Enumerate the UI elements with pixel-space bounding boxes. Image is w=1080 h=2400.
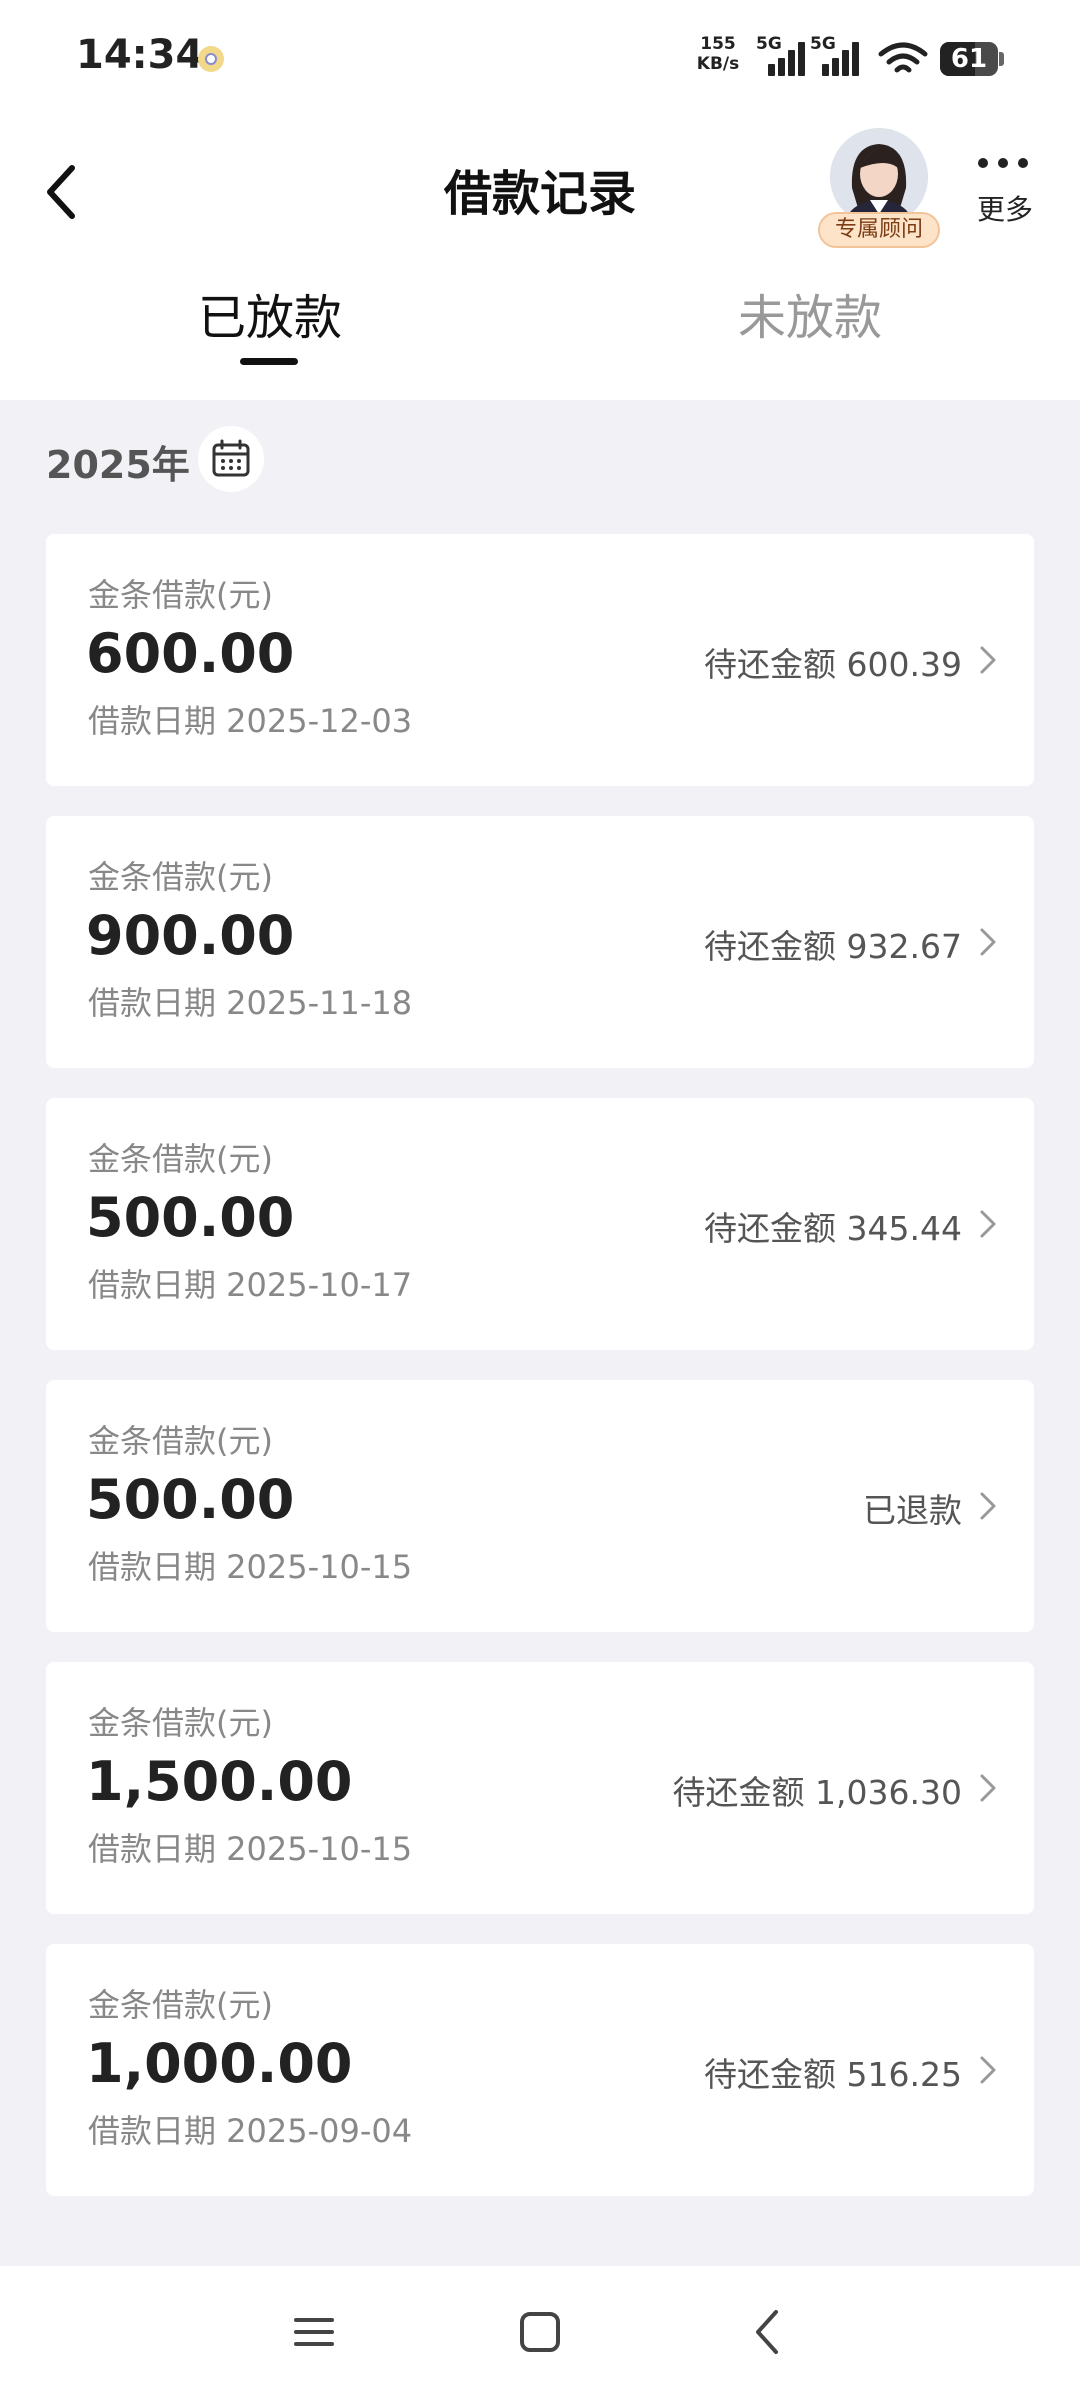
recent-apps-button[interactable]: [292, 2310, 336, 2354]
loan-records-page: 14:34 155 KB/s 5G 5G 61 借款记录 专属顾问 更多 已放款…: [0, 0, 1080, 2400]
loan-product-label: 金条借款(元): [88, 1704, 273, 1742]
loan-date: 借款日期 2025-11-18: [88, 984, 413, 1022]
advisor-button[interactable]: 专属顾问: [818, 128, 948, 258]
loan-product-label: 金条借款(元): [88, 576, 273, 614]
loan-date: 借款日期 2025-10-17: [88, 1266, 413, 1304]
loan-amount: 500.00: [86, 1468, 295, 1531]
system-back-button[interactable]: [748, 2306, 788, 2358]
loan-date: 借款日期 2025-10-15: [88, 1830, 413, 1868]
network-speed: 155 KB/s: [690, 34, 746, 74]
chevron-right-icon: [980, 2056, 996, 2084]
loan-status: 待还金额 600.39: [704, 645, 962, 684]
battery-icon: 61: [940, 42, 998, 76]
loan-card[interactable]: 金条借款(元) 1,500.00 借款日期 2025-10-15 待还金额 1,…: [46, 1662, 1034, 1914]
tab-disbursed[interactable]: 已放款: [0, 278, 540, 348]
loan-product-label: 金条借款(元): [88, 858, 273, 896]
loan-status: 已退款: [863, 1491, 962, 1530]
year-label: 2025年: [46, 443, 190, 487]
battery-level: 61: [950, 44, 988, 74]
signal-type-label-2: 5G: [810, 34, 836, 54]
loan-product-label: 金条借款(元): [88, 1140, 273, 1178]
system-nav-bar: [0, 2266, 1080, 2400]
calendar-icon: [212, 439, 250, 477]
calendar-button[interactable]: [198, 426, 264, 492]
active-tab-indicator: [240, 358, 298, 365]
chevron-right-icon: [980, 928, 996, 956]
loan-card[interactable]: 金条借款(元) 500.00 借款日期 2025-10-17 待还金额 345.…: [46, 1098, 1034, 1350]
loan-card[interactable]: 金条借款(元) 600.00 借款日期 2025-12-03 待还金额 600.…: [46, 534, 1034, 786]
advisor-label: 专属顾问: [818, 212, 940, 248]
loan-amount: 1,000.00: [86, 2032, 353, 2095]
loan-card[interactable]: 金条借款(元) 1,000.00 借款日期 2025-09-04 待还金额 51…: [46, 1944, 1034, 2196]
chevron-right-icon: [980, 1210, 996, 1238]
loan-date: 借款日期 2025-09-04: [88, 2112, 413, 2150]
loan-amount: 900.00: [86, 904, 295, 967]
notification-icon: [198, 46, 224, 72]
loan-amount: 500.00: [86, 1186, 295, 1249]
loan-amount: 1,500.00: [86, 1750, 353, 1813]
tab-not-disbursed[interactable]: 未放款: [540, 278, 1080, 348]
network-speed-value: 155: [700, 34, 736, 54]
wifi-icon: [878, 42, 928, 73]
battery-tip: [999, 52, 1004, 66]
loan-card[interactable]: 金条借款(元) 500.00 借款日期 2025-10-15 已退款: [46, 1380, 1034, 1632]
signal-icon-2: 5G: [810, 34, 882, 78]
status-bar: 14:34 155 KB/s 5G 5G 61: [0, 0, 1080, 118]
signal-type-label: 5G: [756, 34, 782, 54]
more-label: 更多: [976, 193, 1033, 226]
network-speed-unit: KB/s: [696, 54, 740, 74]
loan-status: 待还金额 516.25: [704, 2055, 962, 2094]
loan-product-label: 金条借款(元): [88, 1986, 273, 2024]
chevron-right-icon: [980, 1492, 996, 1520]
loan-date: 借款日期 2025-12-03: [88, 702, 413, 740]
status-time: 14:34: [76, 32, 204, 78]
app-header: 借款记录 专属顾问 更多 已放款 未放款: [0, 118, 1080, 400]
more-dots-icon: [978, 158, 1028, 170]
home-button[interactable]: [518, 2310, 562, 2354]
loan-amount: 600.00: [86, 622, 295, 685]
chevron-right-icon: [980, 646, 996, 674]
loan-product-label: 金条借款(元): [88, 1422, 273, 1460]
more-button[interactable]: 更多: [960, 148, 1050, 248]
loan-status: 待还金额 345.44: [704, 1209, 962, 1248]
loan-date: 借款日期 2025-10-15: [88, 1548, 413, 1586]
chevron-right-icon: [980, 1774, 996, 1802]
loan-card[interactable]: 金条借款(元) 900.00 借款日期 2025-11-18 待还金额 932.…: [46, 816, 1034, 1068]
loan-status: 待还金额 932.67: [704, 927, 962, 966]
loan-status: 待还金额 1,036.30: [672, 1773, 962, 1812]
